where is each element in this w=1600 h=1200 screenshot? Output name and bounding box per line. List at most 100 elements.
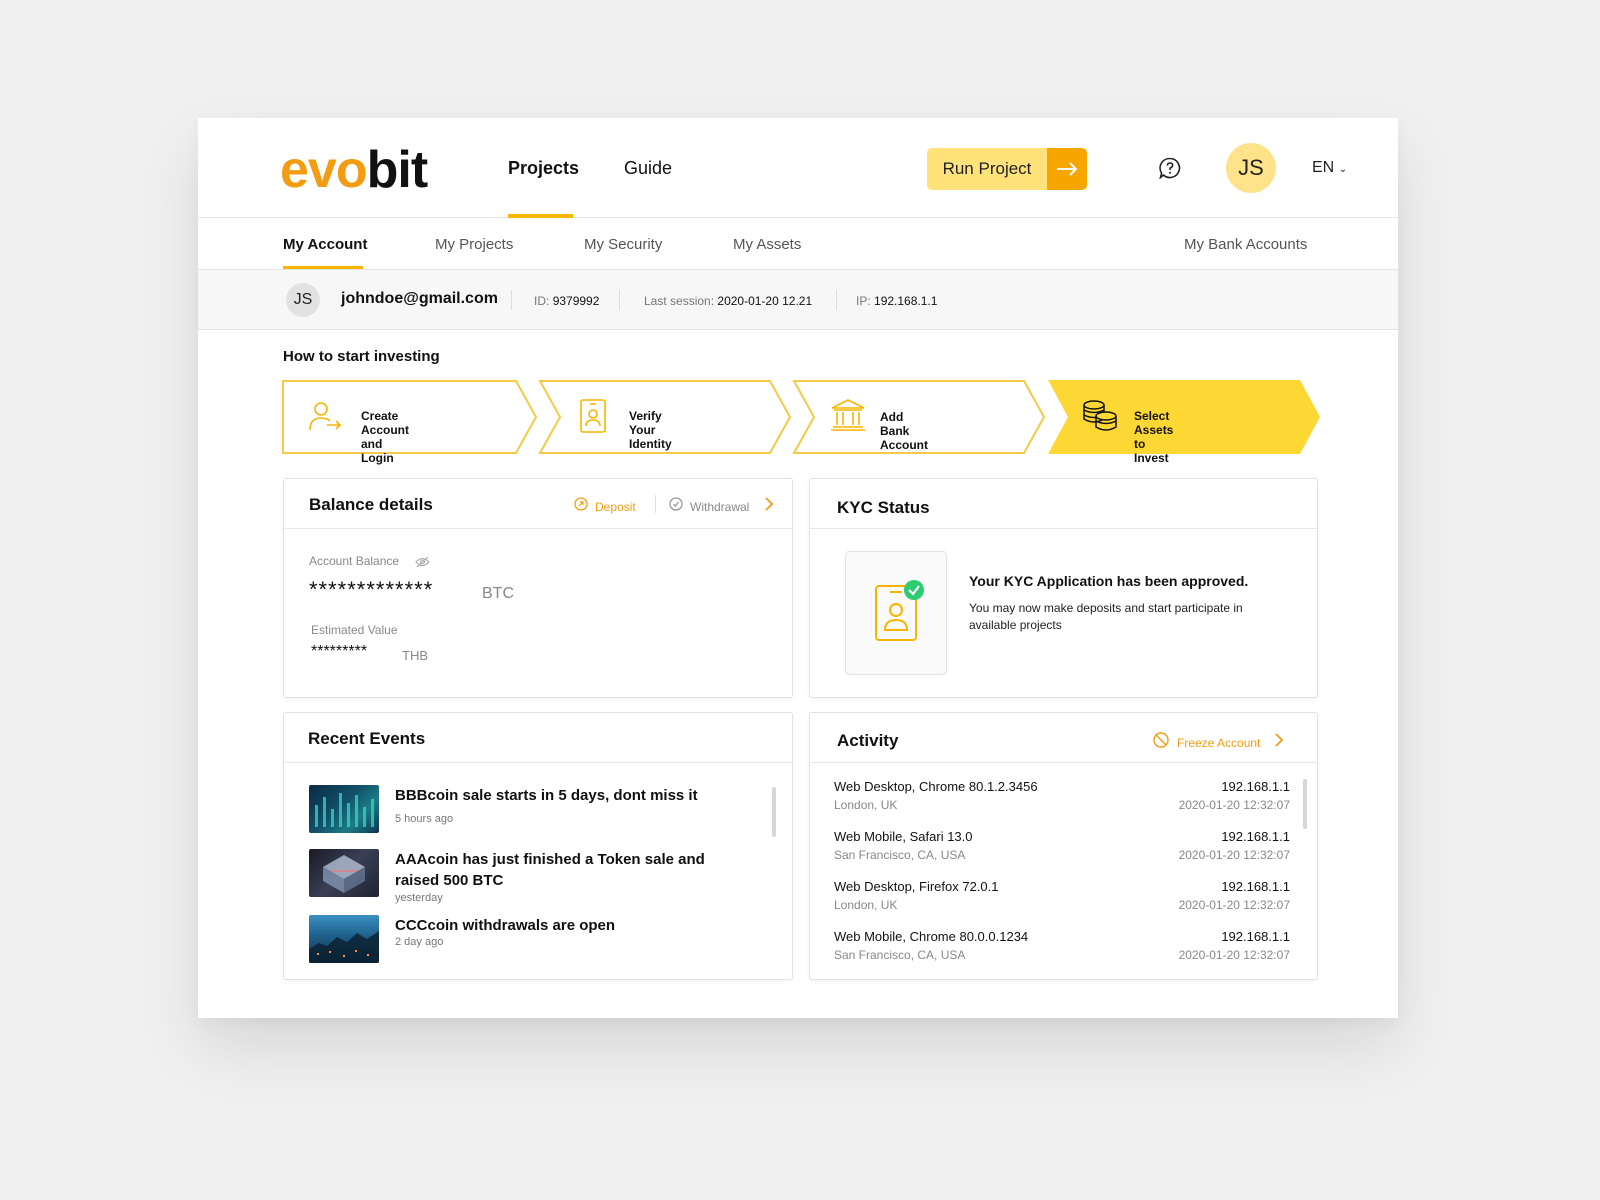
- event-thumbnail: [309, 849, 379, 897]
- activity-ip: 192.168.1.1: [1221, 779, 1290, 794]
- kyc-status-text: You may now make deposits and start part…: [969, 601, 1243, 632]
- language-selector[interactable]: EN ⌄: [1312, 159, 1347, 177]
- nav-projects[interactable]: Projects: [508, 158, 579, 179]
- activity-location: San Francisco, CA, USA: [834, 848, 966, 862]
- tab-my-bank-accounts[interactable]: My Bank Accounts: [1184, 236, 1307, 253]
- activity-device: Web Desktop, Chrome 80.1.2.3456: [834, 779, 1038, 794]
- activity-device: Web Desktop, Firefox 72.0.1: [834, 879, 999, 894]
- chevron-down-icon: ⌄: [1338, 164, 1348, 175]
- activity-time: 2020-01-20 12:32:07: [1178, 848, 1290, 862]
- activity-ip: 192.168.1.1: [1221, 879, 1290, 894]
- divider: [619, 290, 620, 310]
- list-item[interactable]: BBBcoin sale starts in 5 days, dont miss…: [309, 785, 749, 837]
- activity-location: San Francisco, CA, USA: [834, 948, 966, 962]
- avatar[interactable]: JS: [1226, 143, 1276, 193]
- scrollbar[interactable]: [1303, 779, 1307, 829]
- kyc-panel: KYC Status Your KYC Application has been…: [809, 478, 1318, 698]
- chevron-right-icon[interactable]: [765, 497, 774, 516]
- tab-my-assets[interactable]: My Assets: [733, 236, 801, 253]
- recent-events-panel: Recent Events BBBcoin sale starts in 5 d…: [283, 712, 793, 980]
- account-balance-unit: BTC: [482, 585, 514, 602]
- account-subnav: My Account My Projects My Security My As…: [198, 218, 1398, 270]
- panel-title: KYC Status: [837, 498, 930, 517]
- panel-title: Balance details: [309, 495, 433, 514]
- account-balance-label: Account Balance: [309, 554, 400, 568]
- event-title: AAAcoin has just finished a Token sale a…: [395, 851, 705, 889]
- event-time: 2 day ago: [395, 936, 444, 948]
- balance-panel: Balance details Deposit Withdrawal Accou…: [283, 478, 793, 698]
- avatar: JS: [286, 283, 320, 317]
- estimated-value-label: Estimated Value: [311, 623, 398, 637]
- deposit-link[interactable]: Deposit: [574, 497, 636, 516]
- dashboard-card: evobit Projects Guide Run Project JS EN …: [198, 118, 1398, 1018]
- check-circle-icon: [669, 497, 683, 516]
- event-title: CCCcoin withdrawals are open: [395, 917, 616, 934]
- chevron-right-icon[interactable]: [1275, 733, 1284, 752]
- divider: [836, 290, 837, 310]
- panel-header: Balance details Deposit Withdrawal: [284, 479, 792, 529]
- step-label: Verify Your Identity: [629, 409, 672, 451]
- divider: [655, 495, 656, 513]
- activity-device: Web Mobile, Chrome 80.0.0.1234: [834, 929, 1029, 944]
- run-project-label: Run Project: [927, 148, 1047, 190]
- step-label: Create Account and Login: [361, 409, 409, 465]
- nav-guide[interactable]: Guide: [624, 158, 672, 179]
- run-project-button[interactable]: Run Project: [927, 148, 1087, 190]
- activity-row: Web Mobile, Safari 13.0 San Francisco, C…: [834, 829, 1290, 869]
- eye-off-icon[interactable]: [415, 555, 430, 573]
- event-thumbnail: [309, 785, 379, 833]
- bank-icon: [830, 398, 866, 437]
- withdrawal-link[interactable]: Withdrawal: [669, 497, 749, 516]
- question-bubble-icon[interactable]: [1159, 157, 1181, 180]
- event-title: BBBcoin sale starts in 5 days, dont miss…: [395, 787, 698, 804]
- user-email: johndoe@gmail.com: [341, 290, 498, 307]
- activity-row: Web Mobile, Chrome 80.0.0.1234 San Franc…: [834, 929, 1290, 969]
- activity-location: London, UK: [834, 898, 898, 912]
- list-item[interactable]: AAAcoin has just finished a Token sale a…: [309, 849, 749, 904]
- activity-location: London, UK: [834, 798, 898, 812]
- panel-header: Recent Events: [284, 713, 792, 763]
- freeze-account-link[interactable]: Freeze Account: [1153, 732, 1260, 753]
- panel-header: Activity Freeze Account: [810, 713, 1317, 763]
- estimated-value: *********: [311, 643, 368, 660]
- step-label: Add Bank Account: [880, 410, 928, 452]
- subnav-active-indicator: [283, 266, 363, 269]
- tab-my-security[interactable]: My Security: [584, 236, 662, 253]
- user-id: ID: 9379992: [534, 294, 600, 308]
- logo[interactable]: evobit: [280, 140, 428, 200]
- user-info-strip: JS johndoe@gmail.com ID: 9379992 Last se…: [198, 270, 1398, 330]
- id-card-approved-icon: [874, 580, 926, 649]
- language-label: EN: [1312, 159, 1335, 176]
- activity-time: 2020-01-20 12:32:07: [1178, 798, 1290, 812]
- event-time: 5 hours ago: [395, 813, 454, 825]
- activity-row: Web Desktop, Firefox 72.0.1 London, UK 1…: [834, 879, 1290, 919]
- divider: [511, 290, 512, 310]
- tab-my-account[interactable]: My Account: [283, 236, 367, 253]
- block-icon: [1153, 732, 1169, 753]
- user-login-icon: [308, 400, 342, 437]
- activity-time: 2020-01-20 12:32:07: [1178, 898, 1290, 912]
- list-item[interactable]: CCCcoin withdrawals are open 2 day ago: [309, 915, 749, 967]
- kyc-status-title: Your KYC Application has been approved.: [969, 573, 1249, 589]
- deposit-icon: [574, 497, 588, 516]
- how-to-invest-title: How to start investing: [283, 348, 440, 365]
- activity-ip: 192.168.1.1: [1221, 829, 1290, 844]
- tab-my-projects[interactable]: My Projects: [435, 236, 513, 253]
- activity-panel: Activity Freeze Account Web Desktop, Chr…: [809, 712, 1318, 980]
- kyc-status-icon-box: [845, 551, 947, 675]
- event-time: yesterday: [395, 892, 443, 904]
- activity-device: Web Mobile, Safari 13.0: [834, 829, 973, 844]
- scrollbar[interactable]: [772, 787, 776, 837]
- activity-row: Web Desktop, Chrome 80.1.2.3456 London, …: [834, 779, 1290, 819]
- panel-title: Activity: [837, 731, 899, 750]
- event-thumbnail: [309, 915, 379, 963]
- estimated-value-unit: THB: [402, 648, 428, 663]
- activity-time: 2020-01-20 12:32:07: [1178, 948, 1290, 962]
- last-session: Last session: 2020-01-20 12.21: [644, 294, 813, 308]
- account-balance-value: *************: [309, 577, 434, 602]
- activity-ip: 192.168.1.1: [1221, 929, 1290, 944]
- id-card-icon: [580, 398, 606, 439]
- step-label: Select Assets to Invest: [1134, 409, 1174, 465]
- panel-title: Recent Events: [308, 729, 426, 748]
- coins-icon: [1082, 399, 1118, 438]
